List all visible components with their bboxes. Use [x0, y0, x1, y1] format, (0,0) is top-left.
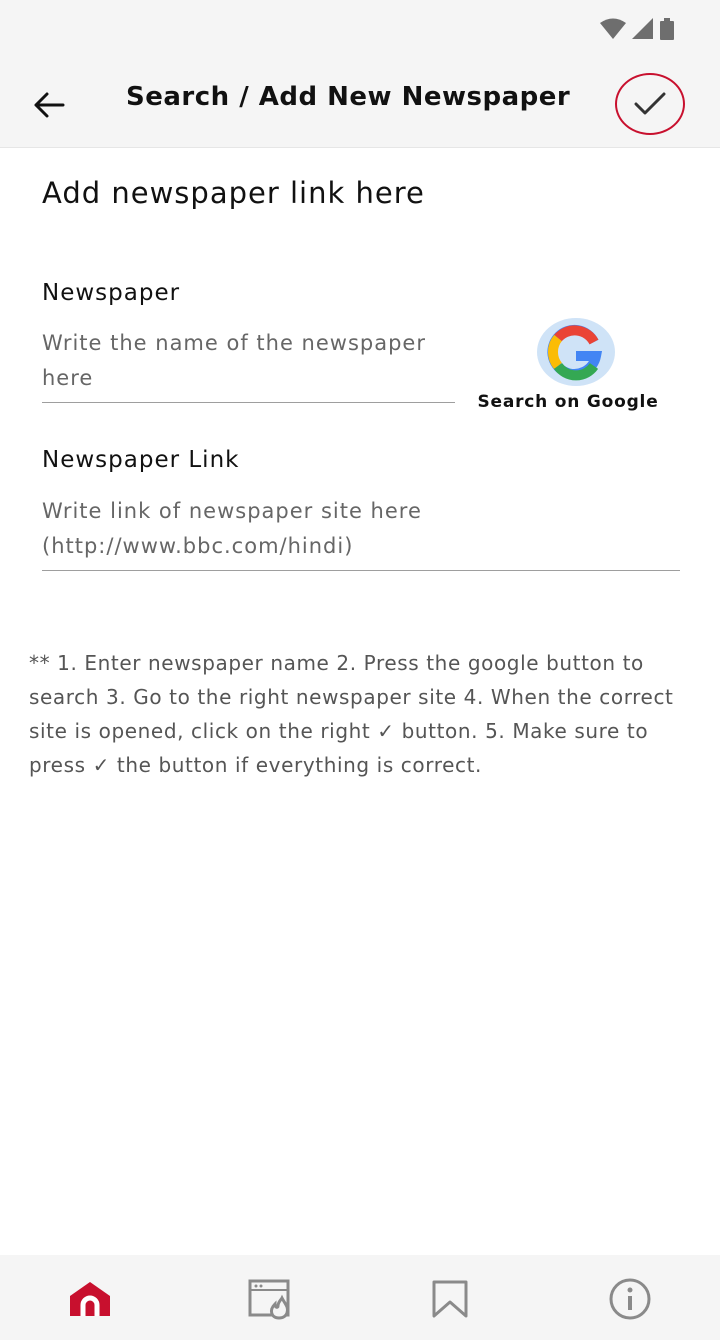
google-button-label: Search on Google — [477, 392, 659, 412]
newspaper-label: Newspaper — [42, 280, 181, 306]
trending-icon — [248, 1279, 290, 1320]
check-icon — [634, 92, 666, 115]
back-button[interactable] — [26, 82, 72, 128]
status-icons — [600, 18, 674, 40]
wifi-icon — [600, 18, 626, 39]
bottom-navigation — [0, 1255, 720, 1340]
newspaper-link-input[interactable]: Write link of newspaper site here (http:… — [42, 494, 680, 571]
home-icon — [70, 1282, 110, 1316]
form-heading: Add newspaper link here — [42, 176, 425, 210]
cellular-signal-icon — [632, 18, 653, 39]
confirm-button[interactable] — [615, 73, 685, 135]
nav-home[interactable] — [66, 1277, 114, 1321]
bookmark-icon — [432, 1280, 468, 1318]
info-icon — [609, 1278, 651, 1320]
nav-bookmarks[interactable] — [426, 1277, 474, 1321]
newspaper-name-input[interactable]: Write the name of the newspaper here — [42, 326, 455, 403]
app-bar: Search / Add New Newspaper — [0, 60, 720, 148]
nav-trending[interactable] — [246, 1277, 294, 1321]
google-icon — [537, 318, 615, 386]
page-title: Search / Add New Newspaper — [126, 82, 571, 112]
battery-icon — [660, 18, 674, 40]
newspaper-link-label: Newspaper Link — [42, 447, 240, 473]
nav-info[interactable] — [606, 1277, 654, 1321]
arrow-left-icon — [34, 92, 65, 118]
status-bar — [0, 0, 720, 60]
search-on-google-button[interactable]: Search on Google — [472, 312, 664, 422]
instructions-text: ** 1. Enter newspaper name 2. Press the … — [29, 651, 674, 777]
